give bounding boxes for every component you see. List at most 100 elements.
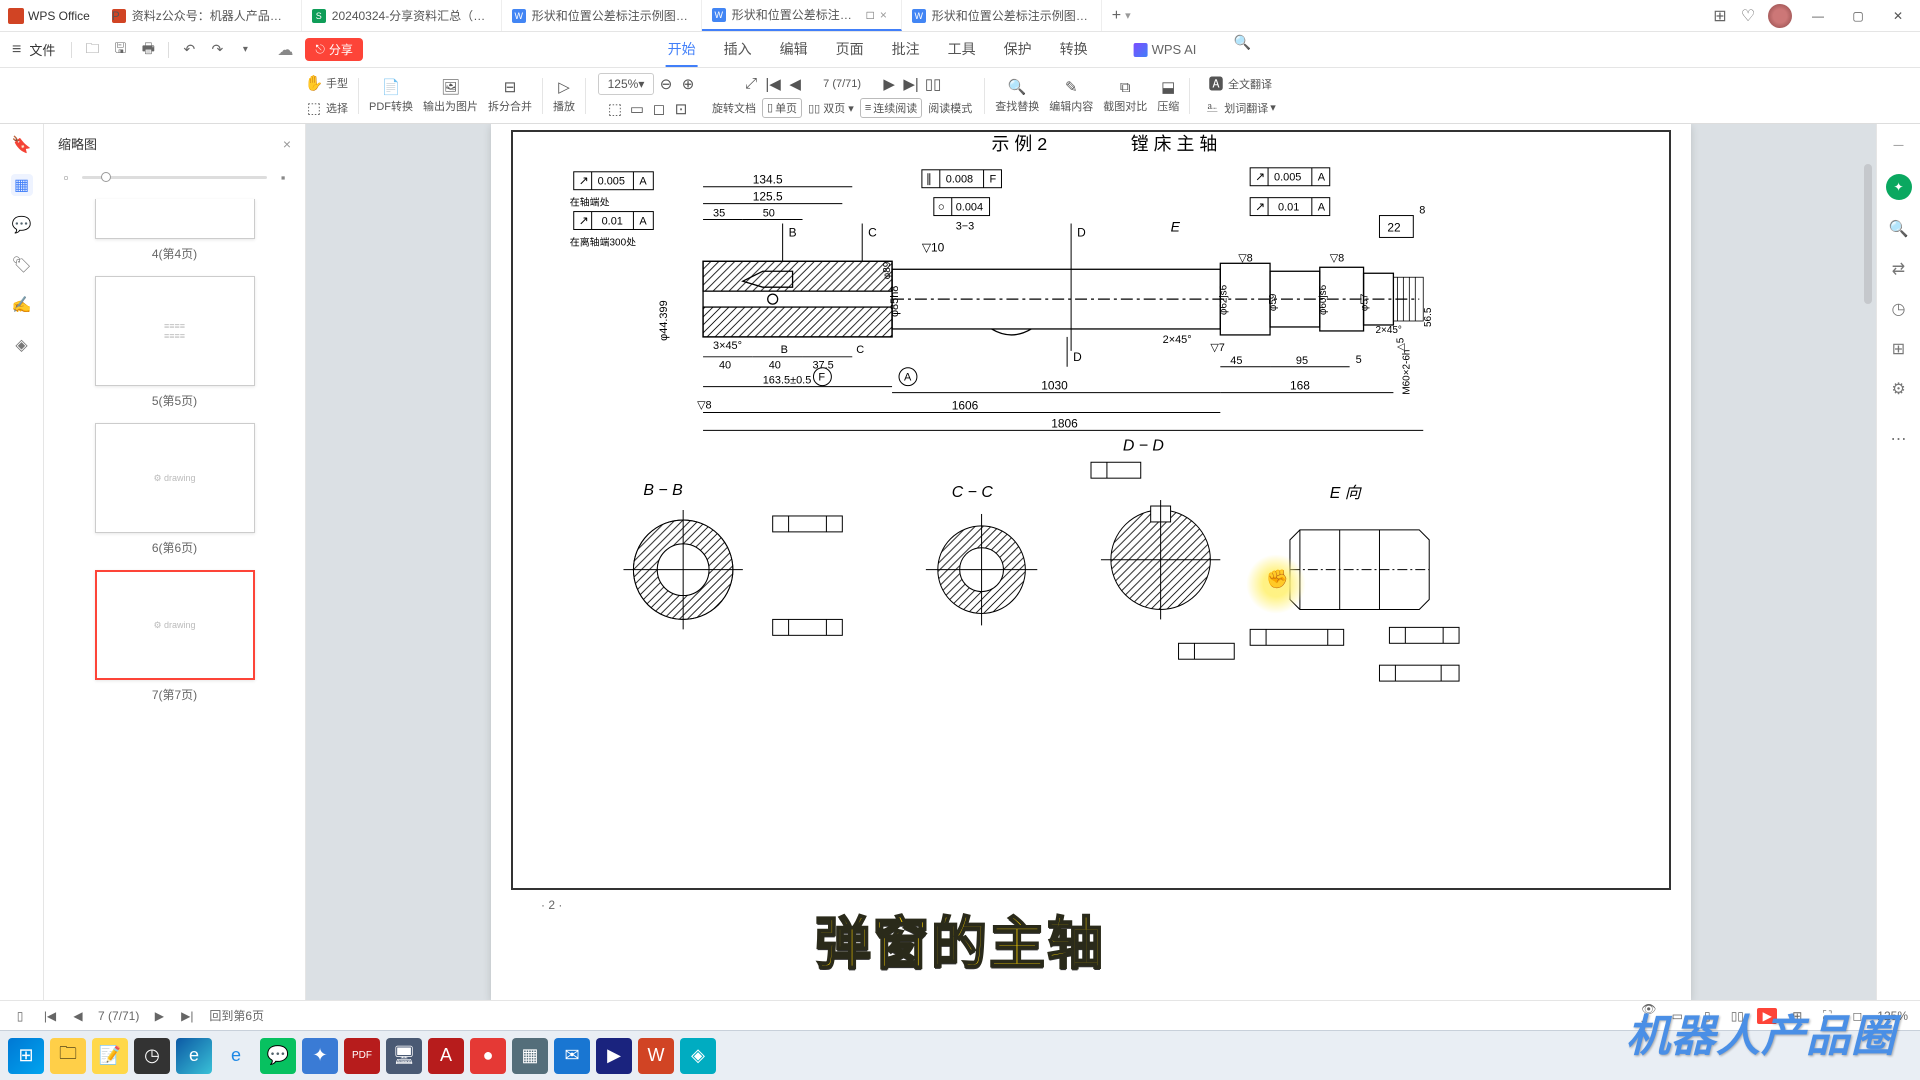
search-icon[interactable]: 🔍 [1888, 218, 1910, 240]
star-app-icon[interactable]: ✦ [302, 1038, 338, 1074]
calculator-icon[interactable]: ▦ [512, 1038, 548, 1074]
record-icon[interactable]: ● [470, 1038, 506, 1074]
maximize-button[interactable]: ▢ [1844, 6, 1872, 26]
clock-icon[interactable]: ◷ [1888, 298, 1910, 320]
add-tab-button[interactable]: +▾ [1102, 0, 1141, 31]
ie-icon[interactable]: e [218, 1038, 254, 1074]
sticky-notes-icon[interactable]: 📝 [92, 1038, 128, 1074]
fit-icon[interactable]: ⤢ [741, 74, 761, 94]
wechat-icon[interactable]: 💬 [260, 1038, 296, 1074]
tool-edit-content[interactable]: ✎编辑内容 [1045, 75, 1097, 116]
slider-handle[interactable] [101, 172, 111, 182]
pdf-app-icon[interactable]: PDF [344, 1038, 380, 1074]
document-area[interactable]: 示 例 2 镗 床 主 轴 ↗0.005A 在轴端处 ↗0.01A 在离轴端30… [306, 124, 1876, 1000]
video-app-icon[interactable]: ▶ [596, 1038, 632, 1074]
hamburger-icon[interactable]: ≡ [12, 41, 21, 59]
tab-insert[interactable]: 插入 [722, 33, 754, 67]
tab-ppt[interactable]: P资料z公众号：机器人产品圈.pptx [102, 0, 302, 31]
first-page-icon[interactable]: |◀ [42, 1008, 58, 1024]
tab-convert[interactable]: 转换 [1058, 33, 1090, 67]
back-to-page[interactable]: 回到第6页 [209, 1007, 264, 1024]
prev-page-icon[interactable]: ◀ [70, 1008, 86, 1024]
tab-doc-active[interactable]: W形状和位置公差标注示例图册...□× [702, 0, 902, 31]
edge-icon[interactable]: e [176, 1038, 212, 1074]
fit-page-icon[interactable]: ▭ [627, 99, 647, 119]
zoom-in-icon[interactable]: ⊕ [678, 74, 698, 94]
wps-ai-button[interactable]: WPS AI [1134, 33, 1197, 67]
tool-single-page[interactable]: ▯单页 [762, 98, 802, 118]
cloud-icon[interactable]: ☁ [277, 40, 293, 60]
thumbnail-item[interactable]: ≡≡≡≡≡≡≡≡ 5(第5页) [62, 276, 287, 409]
bookmark-icon[interactable]: 🔖 [11, 134, 33, 156]
tab-protect[interactable]: 保护 [1002, 33, 1034, 67]
transfer-icon[interactable]: ⇄ [1888, 258, 1910, 280]
grid-apps-icon[interactable]: ⊞ [1712, 8, 1728, 24]
zoom-small-icon[interactable]: ▫ [58, 169, 74, 185]
tool-full-translate[interactable]: 🅰全文翻译 [1206, 74, 1272, 94]
thumbnail-zoom-slider[interactable] [82, 176, 267, 179]
tab-doc-1[interactable]: W形状和位置公差标注示例图册.docx [502, 0, 702, 31]
tool-double-page[interactable]: ▯▯ 双页 ▾ [808, 100, 854, 116]
redo-icon[interactable]: ↷ [207, 40, 227, 60]
thumbnail-icon[interactable]: ▦ [11, 174, 33, 196]
marquee-zoom-icon[interactable]: ⊡ [671, 99, 691, 119]
thumbnail-item[interactable]: ⚙ drawing 6(第6页) [62, 423, 287, 556]
next-page-icon[interactable]: ▶ [879, 74, 899, 94]
file-menu[interactable]: 文件 [29, 40, 55, 59]
print-icon[interactable]: 🖶 [138, 40, 158, 60]
layers-icon[interactable]: ◈ [11, 334, 33, 356]
dropdown-icon[interactable]: ▾ [235, 40, 255, 60]
desktop-icon[interactable]: 🖥 [386, 1038, 422, 1074]
settings-icon[interactable]: ⚙ [1888, 378, 1910, 400]
page-indicator[interactable]: 7 (7/71) [807, 78, 877, 90]
collapse-icon[interactable]: — [1888, 134, 1910, 156]
ai-app-icon[interactable]: ◈ [680, 1038, 716, 1074]
tool-find-replace[interactable]: 🔍查找替换 [991, 75, 1043, 116]
autocad-icon[interactable]: A [428, 1038, 464, 1074]
last-page-icon[interactable]: ▶| [901, 74, 921, 94]
tab-page[interactable]: 页面 [834, 33, 866, 67]
tool-export-img[interactable]: 🖼输出为图片 [419, 75, 482, 116]
close-icon[interactable]: × [880, 8, 891, 22]
wps-cloud-icon[interactable]: ✦ [1886, 174, 1912, 200]
tab-restore-icon[interactable]: □ [867, 8, 874, 22]
status-page-number[interactable]: 7 (7/71) [98, 1009, 139, 1023]
first-page-icon[interactable]: |◀ [763, 74, 783, 94]
tools-icon[interactable]: ⊞ [1888, 338, 1910, 360]
bell-icon[interactable]: ♡ [1740, 8, 1756, 24]
tab-tools[interactable]: 工具 [946, 33, 978, 67]
tab-start[interactable]: 开始 [666, 33, 698, 67]
close-button[interactable]: ✕ [1884, 6, 1912, 26]
scrollbar-thumb[interactable] [1864, 164, 1872, 304]
avatar[interactable] [1768, 4, 1792, 28]
fit-width-icon[interactable]: ⬚ [605, 99, 625, 119]
thumbnail-list[interactable]: 4(第4页) ≡≡≡≡≡≡≡≡ 5(第5页) ⚙ drawing 6(第6页) … [44, 191, 305, 725]
file-explorer-icon[interactable]: 🗀 [50, 1038, 86, 1074]
next-page-icon[interactable]: ▶ [151, 1008, 167, 1024]
signature-icon[interactable]: ✍ [11, 294, 33, 316]
prev-page-icon[interactable]: ◀ [785, 74, 805, 94]
tool-screenshot-compare[interactable]: ⧉截图对比 [1099, 75, 1151, 116]
undo-icon[interactable]: ↶ [179, 40, 199, 60]
tool-rotate[interactable]: 旋转文档 [712, 100, 756, 116]
tool-pdf-convert[interactable]: 📄PDF转换 [365, 75, 417, 116]
minimize-button[interactable]: — [1804, 6, 1832, 26]
tab-edit[interactable]: 编辑 [778, 33, 810, 67]
page-view-icon[interactable]: ▯ [12, 1008, 28, 1024]
comment-icon[interactable]: 💬 [11, 214, 33, 236]
actual-size-icon[interactable]: ◻ [649, 99, 669, 119]
share-button[interactable]: ⎋分享 [305, 38, 363, 61]
more-icon[interactable]: ⋯ [1888, 428, 1910, 450]
tab-annotate[interactable]: 批注 [890, 33, 922, 67]
tab-doc-3[interactable]: W形状和位置公差标注示例图册.docx [902, 0, 1102, 31]
zoom-large-icon[interactable]: ▪ [275, 169, 291, 185]
close-icon[interactable]: × [283, 136, 291, 152]
tool-continuous[interactable]: ≡连续阅读 [860, 98, 922, 118]
thumbnail-item[interactable]: ⚙ drawing 7(第7页) [62, 570, 287, 703]
zoom-out-icon[interactable]: ⊖ [656, 74, 676, 94]
tool-read-mode[interactable]: 阅读模式 [928, 100, 972, 116]
save-icon[interactable]: 🖫 [110, 40, 130, 60]
search-icon[interactable]: 🔍 [1232, 33, 1252, 53]
start-button[interactable]: ⊞ [8, 1038, 44, 1074]
open-icon[interactable]: 🗀 [82, 40, 102, 60]
